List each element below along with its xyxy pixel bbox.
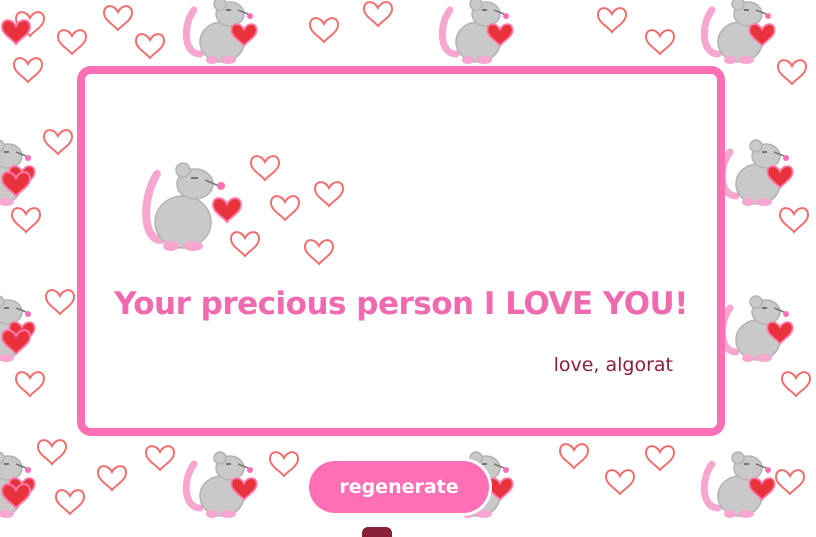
valentine-card: Your precious person I LOVE YOU! love, a… — [77, 66, 725, 436]
signature: love, algorat — [553, 354, 673, 376]
decorative-peek — [362, 527, 392, 537]
love-message: Your precious person I LOVE YOU! — [114, 286, 688, 322]
rat-with-hearts-illustration — [142, 155, 345, 266]
regenerate-button[interactable]: regenerate — [309, 461, 489, 513]
